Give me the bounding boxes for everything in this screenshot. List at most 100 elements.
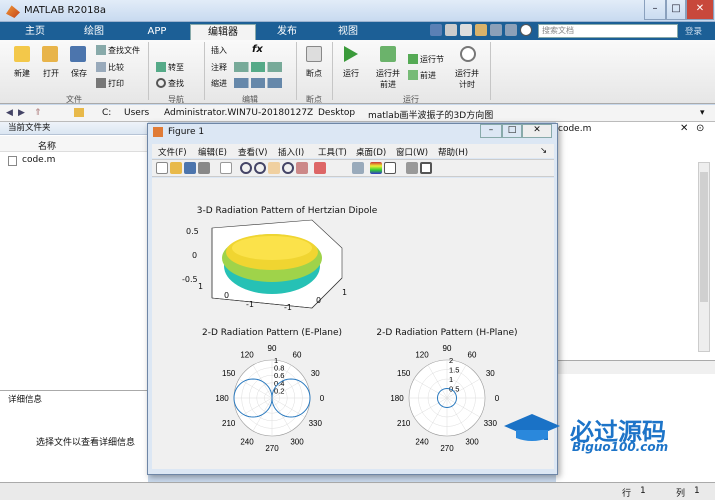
tab-plots[interactable]: 绘图 (64, 24, 124, 40)
zoom-in-icon[interactable] (240, 162, 252, 174)
new-figure-icon[interactable] (156, 162, 168, 174)
run-and-time-button[interactable]: 运行并 计时 (448, 68, 486, 90)
address-dropdown-icon[interactable]: ▾ (700, 108, 705, 118)
watermark-en: Biguo100.com (572, 440, 669, 454)
group-edit-label: 编辑 (242, 95, 258, 104)
tab-publish[interactable]: 发布 (258, 24, 316, 40)
window-title: MATLAB R2018a (24, 5, 107, 16)
editor-tab[interactable]: code.m (558, 124, 591, 134)
run-button[interactable]: 运行 (336, 68, 366, 79)
plot3d-title: 3-D Radiation Pattern of Hertzian Dipole (196, 206, 378, 216)
z-tick: -0.5 (182, 275, 198, 284)
y-tick: 1 (342, 288, 348, 297)
comment-button[interactable]: 注释 (211, 62, 227, 73)
details-title: 详细信息 (8, 395, 43, 405)
paste-icon[interactable] (475, 24, 487, 36)
z-tick: 0.5 (186, 227, 199, 236)
run-advance-button[interactable]: 运行并 前进 (370, 68, 406, 90)
polar-e-angle-label: 210 (222, 419, 236, 428)
insert-legend-icon[interactable] (384, 162, 396, 174)
panel-menu-icon[interactable]: ⊙ (696, 123, 704, 134)
pan-icon[interactable] (268, 162, 280, 174)
indent-button[interactable]: 缩进 (211, 78, 227, 89)
advance-icon (408, 70, 418, 80)
find-files-button[interactable]: 查找文件 (108, 45, 140, 56)
show-plot-tools-icon[interactable] (420, 162, 432, 174)
login-link[interactable]: 登录 (685, 25, 702, 37)
menu-desktop[interactable]: 桌面(D) (356, 146, 386, 158)
hide-plot-tools-icon[interactable] (406, 162, 418, 174)
link-plot-icon[interactable] (352, 162, 364, 174)
path-segment[interactable]: Users (124, 108, 149, 118)
scrollbar-thumb[interactable] (700, 172, 708, 302)
tab-apps[interactable]: APP (128, 24, 186, 40)
menu-help[interactable]: 帮助(H) (438, 146, 468, 158)
figure-minimize-button[interactable]: – (480, 124, 502, 138)
back-icon[interactable]: ◀ (6, 108, 13, 118)
tab-home[interactable]: 主页 (10, 24, 60, 40)
fx-icon[interactable]: fx (252, 44, 263, 55)
print-button[interactable]: 打印 (108, 78, 124, 89)
close-button[interactable]: ✕ (686, 0, 714, 20)
new-button[interactable]: 新建 (6, 68, 38, 79)
save-figure-icon[interactable] (184, 162, 196, 174)
plot3d-axes[interactable] (192, 218, 352, 318)
cut-icon[interactable] (445, 24, 457, 36)
tab-editor[interactable]: 编辑器 (190, 24, 256, 40)
goto-button[interactable]: 转至 (168, 62, 184, 73)
address-bar[interactable]: ◀ ▶ ⇑ C: Users Administrator.WIN7U-20180… (0, 105, 715, 122)
ribbon-separator (296, 42, 297, 100)
find-button[interactable]: 查找 (168, 78, 184, 89)
figure-close-button[interactable]: ✕ (522, 124, 552, 138)
column-header[interactable]: 名称 (0, 136, 148, 152)
insert-button[interactable]: 插入 (211, 45, 227, 56)
menu-window[interactable]: 窗口(W) (396, 146, 428, 158)
undo-icon[interactable] (490, 24, 502, 36)
path-segment[interactable]: matlab画半波振子的3D方向图 (368, 108, 493, 121)
forward-icon[interactable]: ▶ (18, 108, 25, 118)
breakpoints-icon (306, 46, 322, 62)
open-button[interactable]: 打开 (36, 68, 66, 79)
polar-h-axes[interactable]: 90603003303002702402101801501200.511.52 (387, 338, 507, 458)
menu-tools[interactable]: 工具(T) (318, 146, 347, 158)
menu-edit[interactable]: 编辑(E) (198, 146, 227, 158)
open-file-icon[interactable] (170, 162, 182, 174)
copy-icon[interactable] (460, 24, 472, 36)
zoom-out-icon[interactable] (254, 162, 266, 174)
figure-window: Figure 1 – □ ✕ 文件(F) 编辑(E) 查看(V) 插入(I) 工… (147, 123, 558, 475)
compare-button[interactable]: 比较 (108, 62, 124, 73)
redo-icon[interactable] (505, 24, 517, 36)
select-pointer-icon[interactable] (220, 162, 232, 174)
menu-view[interactable]: 查看(V) (238, 146, 267, 158)
file-item[interactable]: code.m (8, 154, 146, 168)
brush-icon[interactable] (314, 162, 326, 174)
goto-icon (156, 62, 166, 72)
data-cursor-icon[interactable] (296, 162, 308, 174)
undock-icon[interactable]: ↘ (540, 146, 547, 156)
ribbon-separator (148, 42, 149, 100)
path-segment[interactable]: C: (102, 108, 111, 118)
search-docs-input[interactable]: 搜索文档 (538, 24, 678, 38)
print-figure-icon[interactable] (198, 162, 210, 174)
save-button[interactable]: 保存 (64, 68, 94, 79)
help-icon[interactable] (520, 24, 532, 36)
path-segment[interactable]: Administrator.WIN7U-20180127Z (164, 108, 313, 118)
advance-button[interactable]: 前进 (420, 70, 436, 81)
maximize-button[interactable]: □ (666, 0, 686, 20)
figure-menubar: 文件(F) 编辑(E) 查看(V) 插入(I) 工具(T) 桌面(D) 窗口(W… (152, 144, 554, 158)
tab-view[interactable]: 视图 (320, 24, 376, 40)
path-segment[interactable]: Desktop (318, 108, 355, 118)
panel-close-icon[interactable]: ✕ (680, 123, 688, 134)
run-section-button[interactable]: 运行节 (420, 54, 444, 65)
polar-h-radius-label: 2 (449, 356, 453, 365)
polar-e-axes[interactable]: 90603003303002702402101801501200.20.40.6… (212, 338, 332, 458)
rotate-3d-icon[interactable] (282, 162, 294, 174)
figure-maximize-button[interactable]: □ (502, 124, 522, 138)
up-folder-icon[interactable]: ⇑ (34, 108, 42, 118)
menu-insert[interactable]: 插入(I) (278, 146, 304, 158)
minimize-button[interactable]: – (644, 0, 666, 20)
menu-file[interactable]: 文件(F) (158, 146, 187, 158)
save-icon[interactable] (430, 24, 442, 36)
breakpoints-button[interactable]: 断点 (300, 68, 328, 79)
insert-colorbar-icon[interactable] (370, 162, 382, 174)
